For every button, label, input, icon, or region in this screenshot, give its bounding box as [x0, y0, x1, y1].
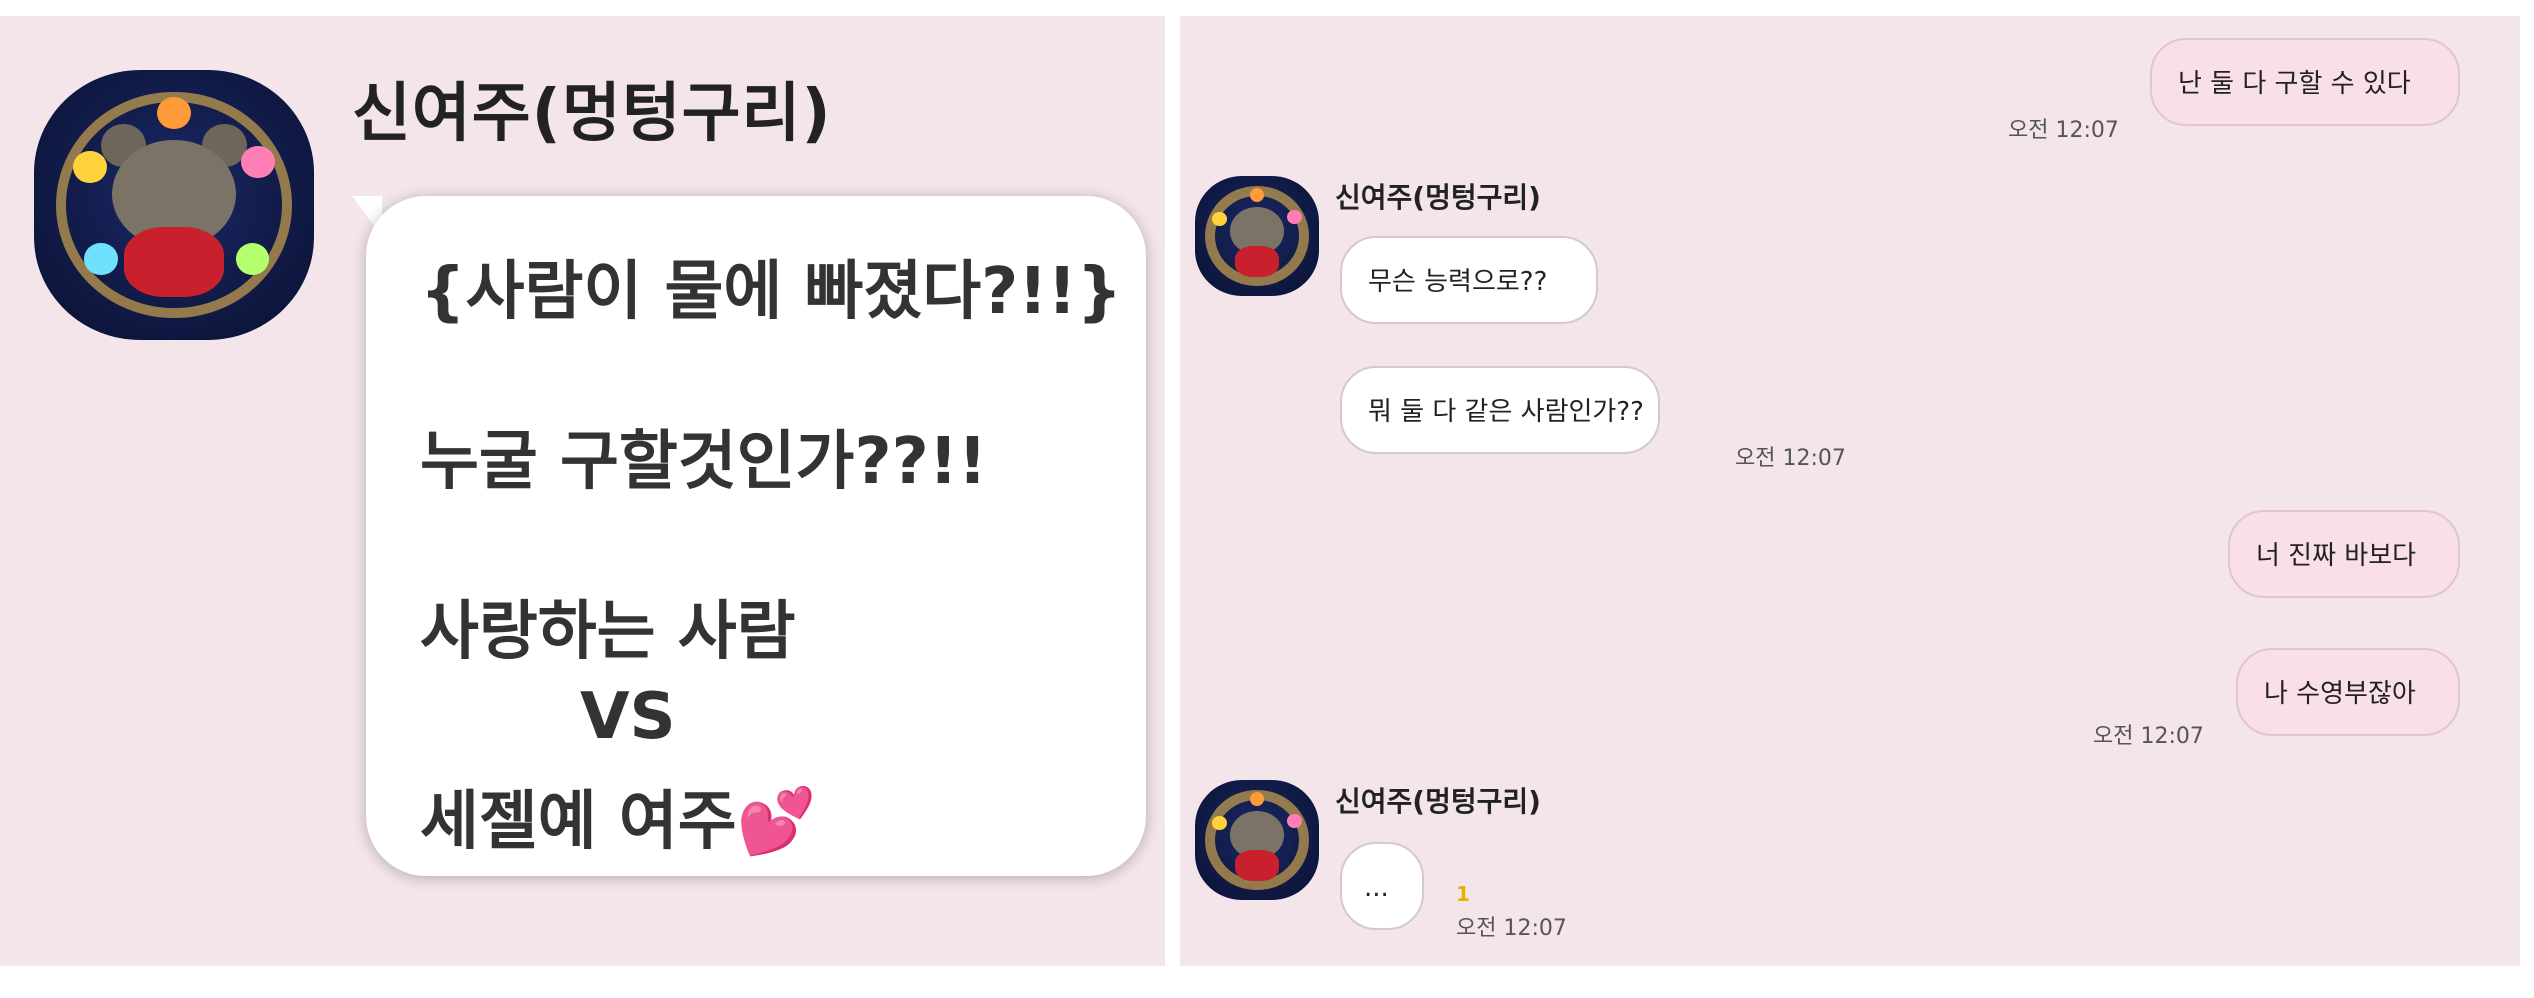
bulb-icon	[1286, 813, 1302, 828]
bear-body	[1234, 245, 1280, 277]
bulb-icon	[73, 151, 107, 184]
message-line: {사람이 물에 빠졌다?!!}	[420, 255, 1123, 329]
avatar-large[interactable]	[34, 70, 314, 340]
bulb-icon	[84, 242, 118, 276]
avatar-small[interactable]	[1195, 176, 1319, 296]
my-message-bubble[interactable]: 너 진짜 바보다	[2228, 510, 2460, 598]
message-line: 사랑하는 사람	[420, 595, 796, 669]
bulb-icon	[1286, 209, 1302, 224]
message-time: 오전 12:07	[2093, 724, 2204, 749]
unread-count: 1	[1456, 882, 1470, 906]
message-time: 오전 12:07	[1456, 916, 1567, 941]
my-message-bubble[interactable]: 나 수영부잖아	[2236, 648, 2460, 736]
message-time: 오전 12:07	[2008, 118, 2119, 143]
bear-body	[1234, 849, 1280, 881]
message-time: 오전 12:07	[1735, 446, 1846, 471]
avatar-small[interactable]	[1195, 780, 1319, 900]
bulb-icon	[157, 97, 191, 130]
bulb-icon	[235, 242, 270, 276]
message-line: 누굴 구할것인가??!!	[420, 425, 988, 499]
chat-transcript-panel	[1180, 16, 2520, 966]
my-message-bubble[interactable]: 난 둘 다 구할 수 있다	[2150, 38, 2460, 126]
sender-name: 신여주(멍텅구리)	[1335, 181, 1541, 214]
sender-name-large: 신여주(멍텅구리)	[352, 77, 832, 151]
their-message-bubble[interactable]: 무슨 능력으로??	[1340, 236, 1598, 324]
message-line: 세젤예 여주💕	[420, 785, 817, 859]
bear-body	[123, 226, 225, 297]
their-message-bubble[interactable]: ...	[1340, 842, 1424, 930]
message-line: VS	[580, 680, 676, 754]
their-message-bubble[interactable]: 뭐 둘 다 같은 사람인가??	[1340, 366, 1660, 454]
bulb-icon	[241, 145, 275, 178]
sender-name: 신여주(멍텅구리)	[1335, 785, 1541, 818]
